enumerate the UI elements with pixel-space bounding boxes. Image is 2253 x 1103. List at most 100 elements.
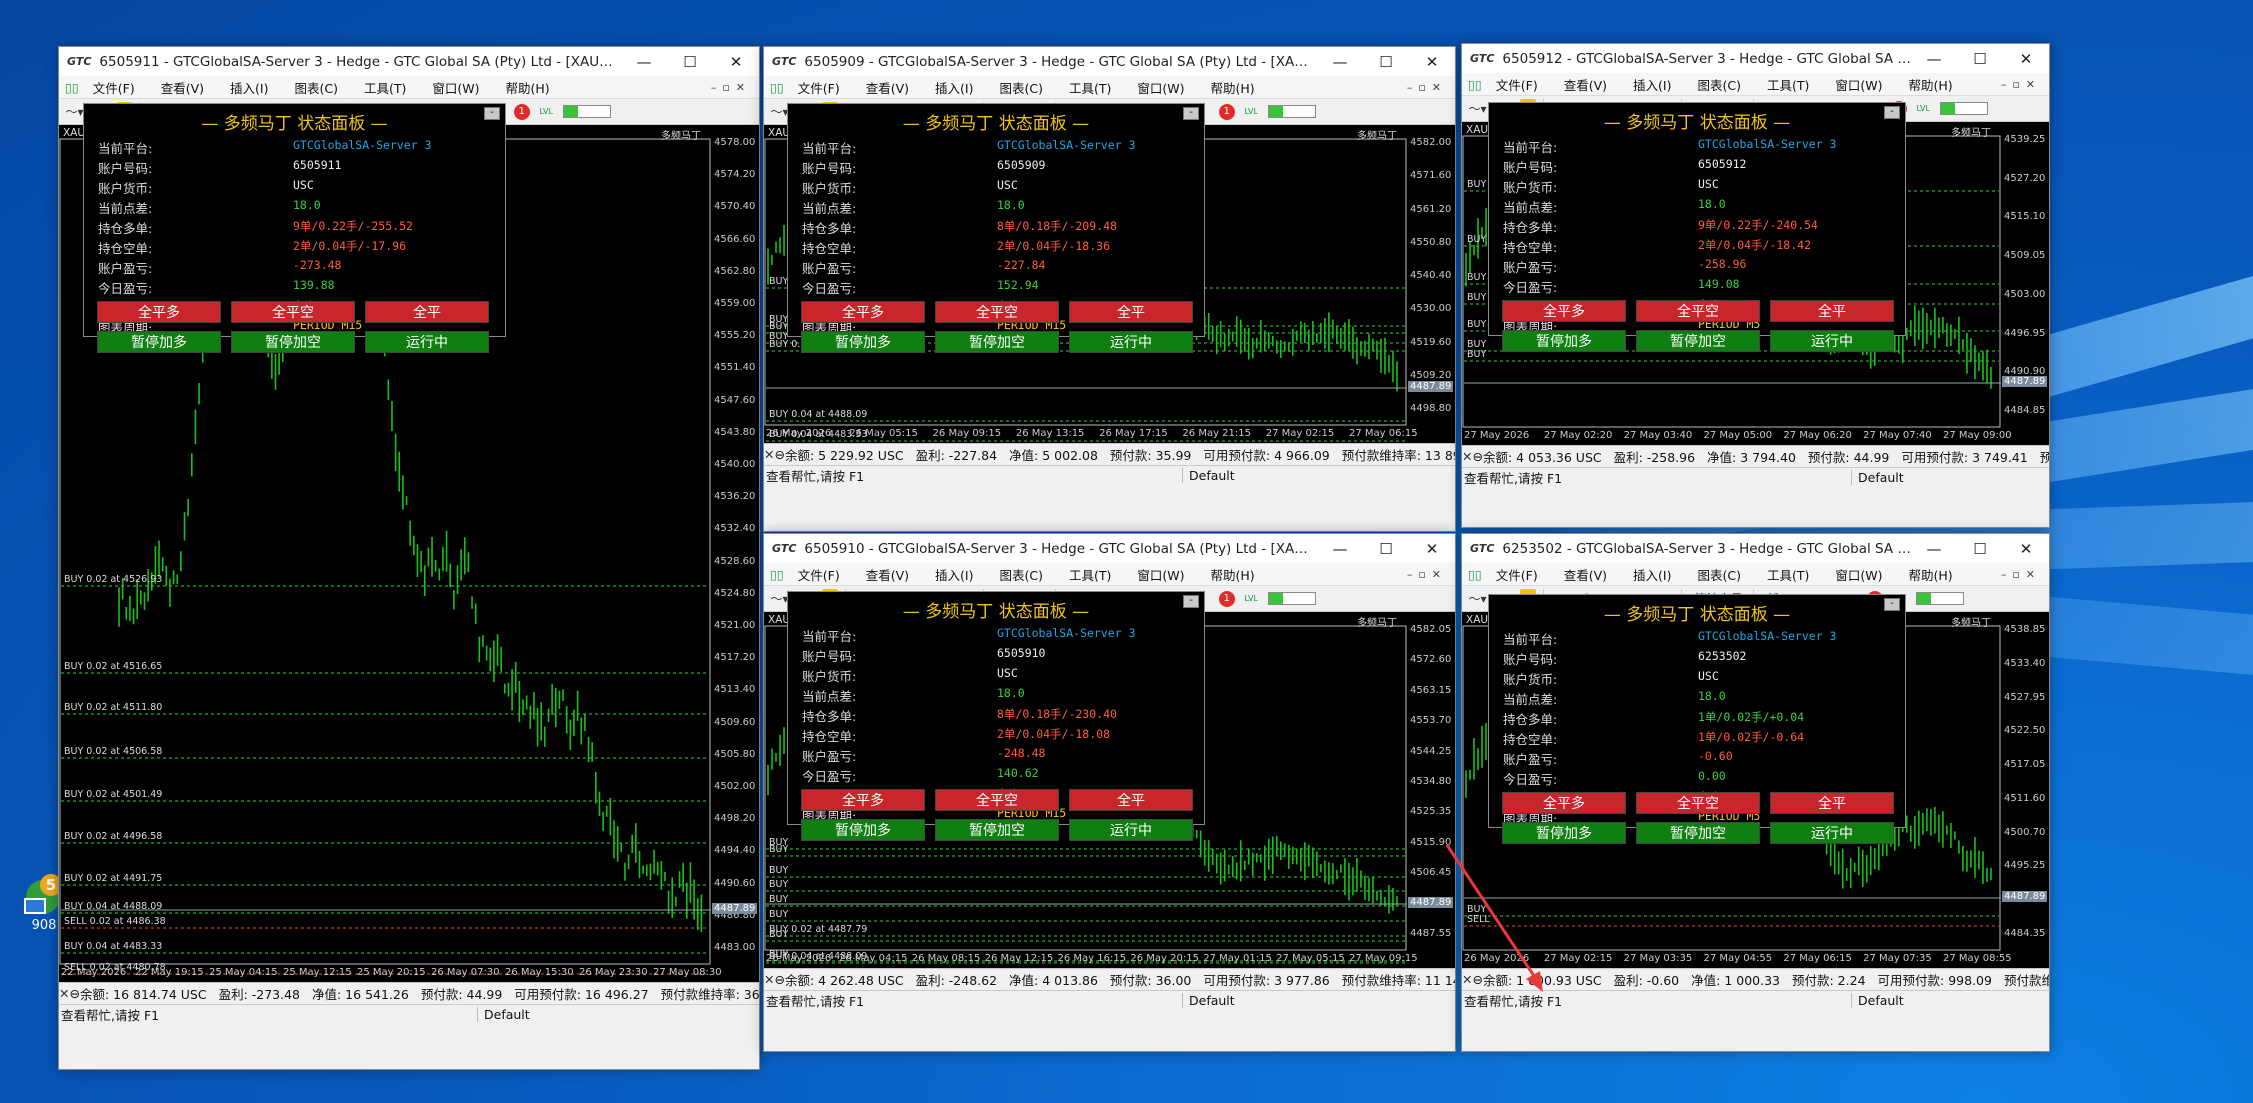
- menu-item[interactable]: 帮助(H): [1210, 565, 1254, 584]
- mdi-window-controls[interactable]: –▫✕: [1407, 568, 1447, 581]
- app-menu-icon[interactable]: ▯▯: [65, 80, 79, 95]
- menu-item[interactable]: 文件(F): [93, 78, 135, 97]
- close-toolbox-icon[interactable]: ✕: [1462, 972, 1472, 987]
- close-button[interactable]: ✕: [1409, 540, 1455, 558]
- close-all-button[interactable]: 全平: [1770, 792, 1894, 814]
- panel-minimize-button[interactable]: -: [1884, 598, 1900, 611]
- close-long-button[interactable]: 全平多: [1502, 792, 1626, 814]
- menu-item[interactable]: 查看(V): [1564, 565, 1607, 584]
- lvl-icon[interactable]: LVL: [1242, 102, 1261, 121]
- app-menu-icon[interactable]: ▯▯: [1468, 567, 1482, 582]
- close-all-button[interactable]: 全平: [1069, 301, 1193, 323]
- close-button[interactable]: ✕: [2003, 540, 2049, 558]
- running-button[interactable]: 运行中: [1770, 330, 1894, 352]
- close-toolbox-icon[interactable]: ✕: [764, 447, 774, 462]
- pause-long-button[interactable]: 暂停加多: [1502, 822, 1626, 844]
- close-long-button[interactable]: 全平多: [801, 789, 925, 811]
- window-titlebar[interactable]: GTC 6505909 - GTCGlobalSA-Server 3 - Hedg…: [764, 47, 1455, 76]
- running-button[interactable]: 运行中: [1069, 819, 1193, 841]
- menu-item[interactable]: 窗口(W): [1835, 565, 1882, 584]
- pause-long-button[interactable]: 暂停加多: [801, 331, 925, 353]
- mdi-window-controls[interactable]: –▫✕: [2001, 568, 2041, 581]
- menu-item[interactable]: 帮助(H): [1908, 565, 1952, 584]
- line-chart-icon[interactable]: 〜▾: [65, 102, 84, 121]
- mt5-window-6505911[interactable]: GTC 6505911 - GTCGlobalSA-Server 3 - Hedg…: [58, 46, 760, 1070]
- close-long-button[interactable]: 全平多: [97, 301, 221, 323]
- pause-short-button[interactable]: 暂停加空: [231, 331, 355, 353]
- pause-long-button[interactable]: 暂停加多: [801, 819, 925, 841]
- close-short-button[interactable]: 全平空: [935, 789, 1059, 811]
- close-short-button[interactable]: 全平空: [231, 301, 355, 323]
- pause-long-button[interactable]: 暂停加多: [1502, 330, 1626, 352]
- notification-badge[interactable]: 1: [513, 103, 530, 120]
- close-all-button[interactable]: 全平: [365, 301, 489, 323]
- menu-item[interactable]: 图表(C): [999, 565, 1042, 584]
- menu-item[interactable]: 图表(C): [1697, 75, 1740, 94]
- panel-minimize-button[interactable]: -: [1884, 106, 1900, 119]
- app-menu-icon[interactable]: ▯▯: [770, 567, 784, 582]
- maximize-button[interactable]: ☐: [1363, 540, 1409, 558]
- close-button[interactable]: ✕: [2003, 50, 2049, 68]
- window-titlebar[interactable]: GTC 6505911 - GTCGlobalSA-Server 3 - Hedg…: [59, 47, 759, 76]
- close-long-button[interactable]: 全平多: [1502, 300, 1626, 322]
- menu-item[interactable]: 文件(F): [1496, 75, 1538, 94]
- mt5-window-6505910[interactable]: GTC 6505910 - GTCGlobalSA-Server 3 - Hedg…: [763, 533, 1456, 1052]
- minimize-button[interactable]: —: [1911, 50, 1957, 68]
- close-all-button[interactable]: 全平: [1069, 789, 1193, 811]
- menu-item[interactable]: 窗口(W): [1137, 565, 1184, 584]
- maximize-button[interactable]: ☐: [667, 53, 713, 71]
- minimize-button[interactable]: —: [1317, 540, 1363, 558]
- mt5-window-6253502[interactable]: GTC 6253502 - GTCGlobalSA-Server 3 - Hedg…: [1461, 533, 2050, 1052]
- menu-item[interactable]: 图表(C): [999, 78, 1042, 97]
- menu-item[interactable]: 文件(F): [798, 78, 840, 97]
- menu-item[interactable]: 帮助(H): [1908, 75, 1952, 94]
- pause-short-button[interactable]: 暂停加空: [1636, 822, 1760, 844]
- menu-item[interactable]: 查看(V): [1564, 75, 1607, 94]
- menu-item[interactable]: 图表(C): [294, 78, 337, 97]
- running-button[interactable]: 运行中: [365, 331, 489, 353]
- pause-short-button[interactable]: 暂停加空: [1636, 330, 1760, 352]
- mdi-window-controls[interactable]: –▫✕: [1407, 81, 1447, 94]
- menu-item[interactable]: 查看(V): [866, 565, 909, 584]
- minimize-button[interactable]: —: [1911, 540, 1957, 558]
- pause-long-button[interactable]: 暂停加多: [97, 331, 221, 353]
- menu-item[interactable]: 窗口(W): [432, 78, 479, 97]
- menu-item[interactable]: 文件(F): [1496, 565, 1538, 584]
- menu-item[interactable]: 插入(I): [1633, 75, 1671, 94]
- lvl-icon[interactable]: LVL: [1914, 99, 1933, 118]
- line-chart-icon[interactable]: 〜▾: [1468, 99, 1487, 118]
- menu-item[interactable]: 插入(I): [935, 78, 973, 97]
- menu-item[interactable]: 工具(T): [364, 78, 406, 97]
- menu-item[interactable]: 工具(T): [1069, 565, 1111, 584]
- menu-item[interactable]: 插入(I): [1633, 565, 1671, 584]
- menu-item[interactable]: 窗口(W): [1137, 78, 1184, 97]
- running-button[interactable]: 运行中: [1069, 331, 1193, 353]
- lvl-icon[interactable]: LVL: [537, 102, 556, 121]
- menu-item[interactable]: 文件(F): [798, 565, 840, 584]
- maximize-button[interactable]: ☐: [1957, 540, 2003, 558]
- mt5-window-6505912[interactable]: GTC 6505912 - GTCGlobalSA-Server 3 - Hedg…: [1461, 43, 2050, 528]
- running-button[interactable]: 运行中: [1770, 822, 1894, 844]
- close-short-button[interactable]: 全平空: [1636, 792, 1760, 814]
- menu-item[interactable]: 查看(V): [161, 78, 204, 97]
- close-short-button[interactable]: 全平空: [935, 301, 1059, 323]
- window-titlebar[interactable]: GTC 6505910 - GTCGlobalSA-Server 3 - Hedg…: [764, 534, 1455, 563]
- panel-minimize-button[interactable]: -: [484, 107, 500, 120]
- panel-minimize-button[interactable]: -: [1183, 107, 1199, 120]
- line-chart-icon[interactable]: 〜▾: [1468, 589, 1487, 608]
- menu-item[interactable]: 帮助(H): [1210, 78, 1254, 97]
- notification-badge[interactable]: 1: [1218, 103, 1235, 120]
- menu-item[interactable]: 帮助(H): [505, 78, 549, 97]
- close-toolbox-icon[interactable]: ✕: [59, 986, 69, 1001]
- mdi-window-controls[interactable]: –▫✕: [711, 81, 751, 94]
- minimize-button[interactable]: —: [1317, 53, 1363, 71]
- menu-item[interactable]: 工具(T): [1767, 75, 1809, 94]
- maximize-button[interactable]: ☐: [1957, 50, 2003, 68]
- mdi-window-controls[interactable]: –▫✕: [2001, 78, 2041, 91]
- pause-short-button[interactable]: 暂停加空: [935, 819, 1059, 841]
- window-titlebar[interactable]: GTC 6505912 - GTCGlobalSA-Server 3 - Hedg…: [1462, 44, 2049, 73]
- app-menu-icon[interactable]: ▯▯: [770, 80, 784, 95]
- menu-item[interactable]: 窗口(W): [1835, 75, 1882, 94]
- close-toolbox-icon[interactable]: ✕: [764, 972, 774, 987]
- menu-item[interactable]: 工具(T): [1767, 565, 1809, 584]
